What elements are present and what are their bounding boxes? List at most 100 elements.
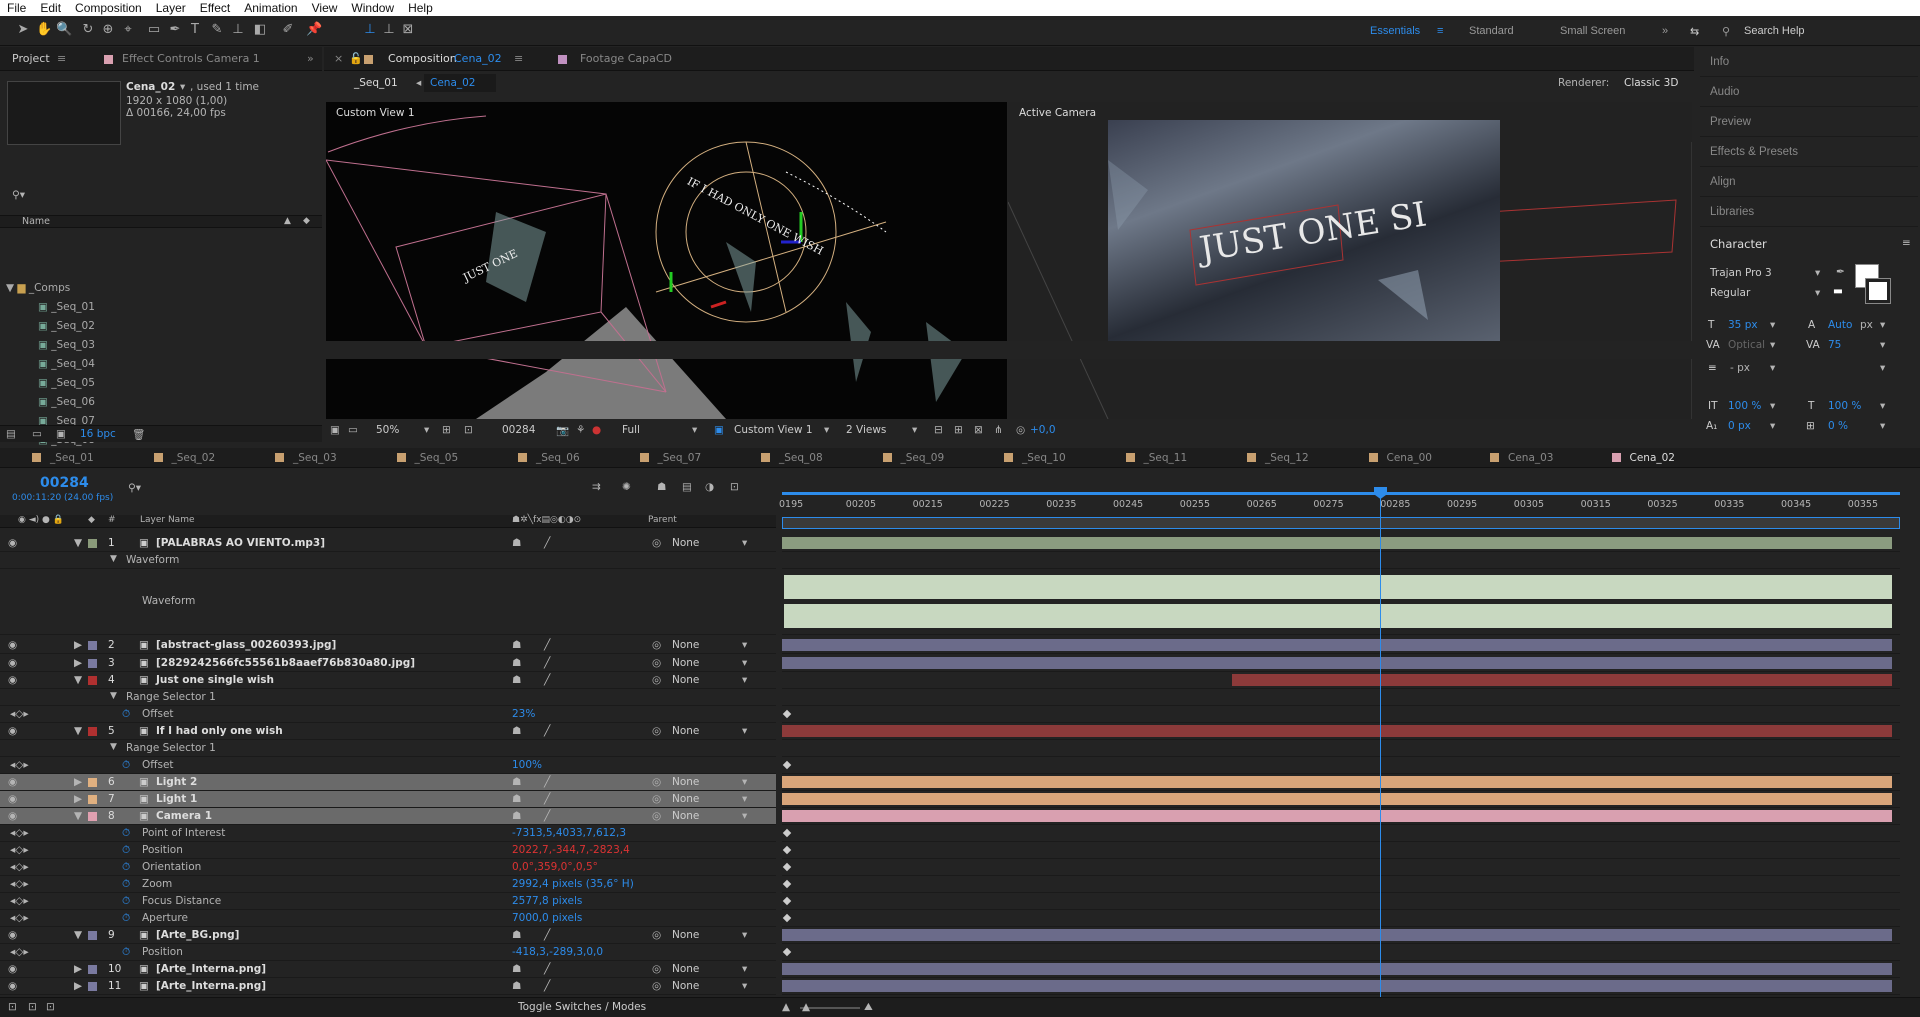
font-chevron-icon[interactable]: ▾ [1815, 267, 1820, 279]
view-select[interactable]: Custom View 1 [734, 424, 813, 436]
layer-row[interactable]: ◉ ▼ 1 ▣ [PALABRAS AO VIENTO.mp3] ☗ ╱ ◎ None ▾ [0, 535, 776, 552]
type-tool-icon[interactable]: T [187, 22, 203, 38]
keyframe-icon[interactable] [782, 913, 792, 923]
puppet-pin-icon[interactable]: 📌 [306, 22, 322, 38]
resolution-dropdown[interactable]: Full [622, 424, 640, 436]
layer-row[interactable]: ◉ ▼ 5 ▣ If I had only one wish ☗ ╱ ◎ None ▾ [0, 723, 776, 740]
property-row[interactable]: ◂◇▸ ⏱ Zoom 2992,4 pixels (35,6° H) [0, 876, 776, 893]
tab-seq12[interactable]: _Seq_12 [1265, 452, 1309, 464]
comp-mini-flowchart-icon[interactable]: ⇉ [592, 481, 601, 493]
shy-switch-icon[interactable]: ☗ [512, 980, 521, 992]
label-color-icon[interactable] [88, 778, 97, 787]
search-icon[interactable]: ⚲ [1722, 25, 1730, 38]
label-color-icon[interactable] [88, 659, 97, 668]
active-camera-viewport[interactable]: JUST ONE SI [1008, 102, 1692, 419]
stopwatch-icon[interactable]: ⏱ [122, 827, 130, 840]
project-item[interactable]: ▣ _Seq_05 [0, 374, 245, 393]
layer-row[interactable]: ◉ ▶ 6 ▣ Light 2 ☗ ╱ ◎ None ▾ [0, 774, 776, 791]
sort-icon[interactable]: ▲ [284, 216, 291, 226]
search-help-field[interactable]: Search Help [1744, 25, 1805, 37]
hscale-chevron-icon[interactable]: ▾ [1880, 400, 1885, 412]
layer-name[interactable]: Just one single wish [156, 674, 274, 686]
visibility-icon[interactable]: ◉ [8, 980, 17, 992]
layer-duration-bar[interactable] [1232, 674, 1892, 686]
stopwatch-icon[interactable]: ⏱ [122, 861, 130, 874]
baseline-chevron-icon[interactable]: ▾ [1770, 420, 1775, 432]
camera-orbit-icon[interactable]: ⊕ [100, 22, 116, 38]
label-color-icon[interactable] [88, 727, 97, 736]
menu-effect[interactable]: Effect [193, 0, 237, 16]
comp-flow-icon[interactable]: ⋔ [994, 424, 1003, 436]
quality-switch-icon[interactable]: ╱ [544, 537, 550, 549]
sync-settings-icon[interactable]: ⇆ [1690, 25, 1699, 38]
keyframe-nav-icon[interactable]: ◂◇▸ [10, 844, 29, 856]
color-channel-icon[interactable]: ● [592, 424, 601, 436]
stopwatch-icon[interactable]: ⏱ [122, 844, 130, 857]
keyframe-nav-icon[interactable]: ◂◇▸ [10, 861, 29, 873]
workspace-small-screen[interactable]: Small Screen [1560, 25, 1625, 37]
parent-pickwhip-icon[interactable]: ◎ [652, 657, 661, 669]
label-tag-icon[interactable]: ◆ [303, 216, 310, 226]
vscale-chevron-icon[interactable]: ▾ [1770, 400, 1775, 412]
menu-window[interactable]: Window [344, 0, 401, 16]
layer-row[interactable]: ◉ ▶ 2 ▣ [abstract-glass_00260393.jpg] ☗ ╱ ◎ None… [0, 637, 776, 654]
twirl-icon[interactable]: ▼ [110, 554, 117, 564]
property-row[interactable]: ▼ Range Selector 1 [0, 689, 776, 706]
label-color-icon[interactable] [88, 931, 97, 940]
twirl-icon[interactable]: ▼ [74, 725, 82, 737]
property-value[interactable]: 100% [512, 759, 542, 771]
brush-tool-icon[interactable]: ✎ [209, 22, 225, 38]
quality-switch-icon[interactable]: ╱ [544, 674, 550, 686]
monitor-icon[interactable]: ▭ [348, 424, 358, 436]
visibility-icon[interactable]: ◉ [8, 725, 17, 737]
twirl-icon[interactable]: ▶ [74, 963, 82, 975]
visibility-icon[interactable]: ◉ [8, 657, 17, 669]
tracking-chevron-icon[interactable]: ▾ [1880, 339, 1885, 351]
shy-switch-icon[interactable]: ☗ [512, 725, 521, 737]
parent-pickwhip-icon[interactable]: ◎ [652, 776, 661, 788]
twirl-icon[interactable]: ▶ [74, 639, 82, 651]
interpret-footage-icon[interactable]: ▤ [6, 428, 16, 440]
project-item[interactable]: ▣ _Seq_03 [0, 336, 245, 355]
workspace-essentials[interactable]: Essentials [1370, 25, 1420, 37]
tab-seq05[interactable]: _Seq_05 [415, 452, 459, 464]
world-axis-icon[interactable]: ⊥ [381, 22, 397, 38]
parent-chevron-icon[interactable]: ▾ [742, 963, 747, 975]
layer-name[interactable]: [Arte_BG.png] [156, 929, 239, 941]
panel-audio[interactable]: Audio [1700, 77, 1918, 107]
layer-duration-bar[interactable] [782, 963, 1892, 975]
time-navigator[interactable] [782, 489, 1900, 497]
parent-chevron-icon[interactable]: ▾ [742, 980, 747, 992]
tab-cena03[interactable]: Cena_03 [1508, 452, 1554, 464]
more-workspaces-icon[interactable]: » [1662, 25, 1668, 37]
views-layout[interactable]: 2 Views [846, 424, 886, 436]
col-name[interactable]: Name [22, 216, 50, 227]
reset-exposure-icon[interactable]: ◎ [1016, 424, 1025, 436]
label-color-icon[interactable] [88, 539, 97, 548]
twirl-icon[interactable]: ▼ [74, 674, 82, 686]
property-row[interactable]: ◂◇▸ ⏱ Aperture 7000,0 pixels [0, 910, 776, 927]
tab-composition[interactable]: Composition [388, 47, 457, 71]
keyframe-nav-icon[interactable]: ◂◇▸ [10, 878, 29, 890]
new-comp-icon[interactable]: ▣ [56, 428, 66, 440]
renderer-value[interactable]: Classic 3D [1624, 77, 1678, 89]
quality-switch-icon[interactable]: ╱ [544, 963, 550, 975]
parent-chevron-icon[interactable]: ▾ [742, 810, 747, 822]
stroke-width[interactable]: - px [1730, 362, 1750, 374]
eyedropper-icon[interactable]: ✒ [1836, 266, 1845, 278]
keyframe-nav-icon[interactable]: ◂◇▸ [10, 895, 29, 907]
local-axis-icon[interactable]: ⊥ [362, 22, 378, 38]
shy-switch-icon[interactable]: ☗ [512, 929, 521, 941]
tab-seq03[interactable]: _Seq_03 [293, 452, 337, 464]
label-color-icon[interactable] [88, 982, 97, 991]
baseline-shift[interactable]: 0 px [1728, 420, 1751, 432]
tab-comp-name[interactable]: Cena_02 [454, 47, 502, 71]
menu-composition[interactable]: Composition [68, 0, 149, 16]
tab-seq07[interactable]: _Seq_07 [658, 452, 702, 464]
toggle-pixel-icon[interactable]: ⊟ [934, 424, 943, 436]
stroke-color-swatch[interactable] [1865, 278, 1891, 304]
layer-duration-bar[interactable] [782, 980, 1892, 992]
panel-info[interactable]: Info [1700, 47, 1918, 77]
property-row[interactable]: ◂◇▸ ⏱ Orientation 0,0°,359,0°,0,5° [0, 859, 776, 876]
stopwatch-icon[interactable]: ⏱ [122, 946, 130, 959]
